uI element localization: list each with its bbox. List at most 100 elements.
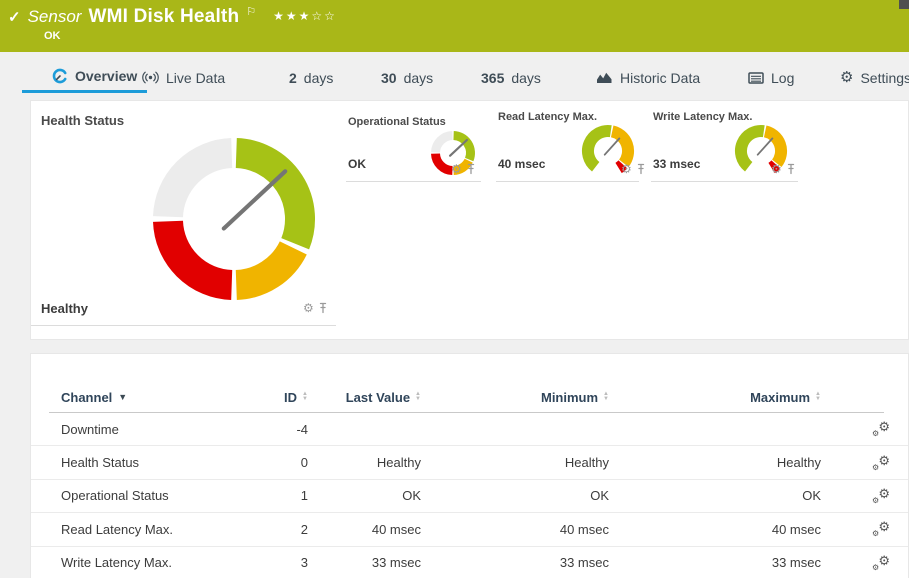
pin-icon[interactable] xyxy=(466,163,476,175)
table-row-health-status[interactable]: Health Status 0 Healthy Healthy Healthy … xyxy=(31,446,908,480)
pin-icon[interactable] xyxy=(786,163,796,175)
sort-icon: ▲ ▼ xyxy=(815,391,821,402)
gauge-settings-gear-icon[interactable]: ⚙ xyxy=(621,163,632,175)
gauge-needle xyxy=(603,137,621,156)
tab-2-days-number: 2 xyxy=(289,69,297,86)
channel-last-value: 33 msec xyxy=(371,555,421,571)
channel-name: Read Latency Max. xyxy=(61,521,174,537)
tab-30-days-number: 30 xyxy=(381,69,397,86)
channel-table-body: Downtime -4 ⚙ ⚙ Health Status 0 Healthy H… xyxy=(31,413,908,578)
pin-icon[interactable] xyxy=(636,163,646,175)
write-latency-gauge-value: 33 msec xyxy=(653,157,701,171)
cell-divider xyxy=(346,181,481,182)
historic-data-icon xyxy=(596,71,613,84)
health-status-gauge-value: Healthy xyxy=(41,301,88,316)
channel-name: Health Status xyxy=(61,455,140,471)
priority-stars[interactable]: ★★★☆☆ xyxy=(273,9,337,23)
table-row-operational-status[interactable]: Operational Status 1 OK OK OK ⚙ ⚙ xyxy=(31,480,908,514)
channel-id: 1 xyxy=(300,488,308,504)
gauge-needle xyxy=(449,138,469,157)
channel-id: 2 xyxy=(300,521,308,537)
channel-minimum: 33 msec xyxy=(559,555,609,571)
tab-bar: Overview Live Data 2 days 30 days 365 da… xyxy=(0,62,909,96)
tab-live-data-label: Live Data xyxy=(166,69,226,86)
channel-settings-icon[interactable]: ⚙ ⚙ xyxy=(872,553,890,572)
tab-overview[interactable]: Overview xyxy=(22,62,147,93)
tab-30-days-unit: days xyxy=(403,69,434,86)
cell-divider xyxy=(31,325,336,326)
channel-id: 3 xyxy=(300,555,308,571)
settings-gear-icon: ⚙ xyxy=(840,69,854,86)
cell-divider xyxy=(496,181,639,182)
channel-maximum: OK xyxy=(802,488,821,504)
gauge-settings-gear-icon[interactable]: ⚙ xyxy=(771,163,782,175)
channels-panel: Channel ▼ ID ▲ ▼ Last Value ▲ ▼ Minimum ▲ ▼… xyxy=(30,353,909,578)
channel-settings-icon[interactable]: ⚙ ⚙ xyxy=(872,419,890,438)
status-check-icon: ✓ xyxy=(8,9,21,26)
tab-overview-label: Overview xyxy=(75,68,138,84)
tab-historic-data-label: Historic Data xyxy=(620,69,701,86)
operational-gauge-controls: ⚙ xyxy=(451,163,476,175)
sensor-title: WMI Disk Health xyxy=(88,6,240,27)
channel-table-header: Channel ▼ ID ▲ ▼ Last Value ▲ ▼ Minimum ▲ ▼… xyxy=(31,382,908,412)
channel-minimum: OK xyxy=(590,488,609,504)
channel-minimum: 40 msec xyxy=(559,521,609,537)
gauges-panel: Health Status Healthy ⚙ Operational Stat… xyxy=(30,100,909,340)
health-status-gauge xyxy=(153,138,315,300)
channel-id: -4 xyxy=(296,421,308,437)
channel-last-value: 40 msec xyxy=(371,521,421,537)
sensor-header: ✓ Sensor WMI Disk Health ⚐ ★★★☆☆ OK xyxy=(0,0,909,52)
flag-icon[interactable]: ⚐ xyxy=(246,5,256,18)
sensor-status-badge: OK xyxy=(44,30,61,42)
column-header-minimum[interactable]: Minimum ▲ ▼ xyxy=(421,390,609,405)
prtg-sensor-page: ✓ Sensor WMI Disk Health ⚐ ★★★☆☆ OK Over… xyxy=(0,0,909,578)
write-latency-gauge-controls: ⚙ xyxy=(771,163,796,175)
gauge-settings-gear-icon[interactable]: ⚙ xyxy=(303,302,314,314)
channel-minimum: Healthy xyxy=(564,455,609,471)
tab-settings-label: Settings xyxy=(860,69,909,86)
read-latency-gauge-value: 40 msec xyxy=(498,157,546,171)
column-header-last-value[interactable]: Last Value ▲ ▼ xyxy=(308,390,421,405)
tab-365-days-unit: days xyxy=(511,69,541,86)
tab-settings[interactable]: ⚙ Settings xyxy=(840,62,909,93)
channel-id: 0 xyxy=(300,455,308,471)
tab-log[interactable]: Log xyxy=(748,62,794,93)
channel-maximum: Healthy xyxy=(776,455,821,471)
column-header-id[interactable]: ID ▲ ▼ xyxy=(251,390,308,405)
tab-30-days[interactable]: 30 days xyxy=(381,62,433,93)
log-icon xyxy=(748,71,764,84)
tab-live-data[interactable]: Live Data xyxy=(142,62,225,93)
table-row-downtime[interactable]: Downtime -4 ⚙ ⚙ xyxy=(31,413,908,447)
sensor-kind-label: Sensor xyxy=(27,7,82,26)
tab-2-days-unit: days xyxy=(303,69,334,86)
channel-settings-icon[interactable]: ⚙ ⚙ xyxy=(872,519,890,538)
channel-last-value: OK xyxy=(402,488,421,504)
pin-icon[interactable] xyxy=(318,302,328,314)
gauge-needle xyxy=(756,137,774,156)
channel-settings-icon[interactable]: ⚙ ⚙ xyxy=(872,486,890,505)
sort-desc-icon: ▼ xyxy=(118,392,128,402)
gauge-overview-icon xyxy=(52,68,68,84)
operational-status-gauge-value: OK xyxy=(348,157,366,171)
tab-365-days-number: 365 xyxy=(481,69,505,86)
gauge-needle xyxy=(221,169,288,231)
tab-365-days[interactable]: 365 days xyxy=(481,62,541,93)
channel-name: Write Latency Max. xyxy=(61,555,173,571)
cell-divider xyxy=(651,181,798,182)
tab-2-days[interactable]: 2 days xyxy=(289,62,333,93)
health-status-gauge-title: Health Status xyxy=(41,113,125,128)
table-row-write-latency[interactable]: Write Latency Max. 3 33 msec 33 msec 33 … xyxy=(31,547,908,578)
live-data-icon xyxy=(142,71,159,84)
health-gauge-controls: ⚙ xyxy=(303,302,328,314)
channel-name: Operational Status xyxy=(61,488,169,504)
channel-settings-icon[interactable]: ⚙ ⚙ xyxy=(872,453,890,472)
tab-historic-data[interactable]: Historic Data xyxy=(596,62,700,93)
column-header-channel[interactable]: Channel ▼ xyxy=(61,390,251,405)
table-row-read-latency[interactable]: Read Latency Max. 2 40 msec 40 msec 40 m… xyxy=(31,513,908,547)
tab-log-label: Log xyxy=(771,69,795,86)
gauge-settings-gear-icon[interactable]: ⚙ xyxy=(451,163,462,175)
scrollbar-corner xyxy=(899,0,909,9)
channel-last-value: Healthy xyxy=(376,455,421,471)
channel-name: Downtime xyxy=(61,421,119,437)
column-header-maximum[interactable]: Maximum ▲ ▼ xyxy=(609,390,821,405)
